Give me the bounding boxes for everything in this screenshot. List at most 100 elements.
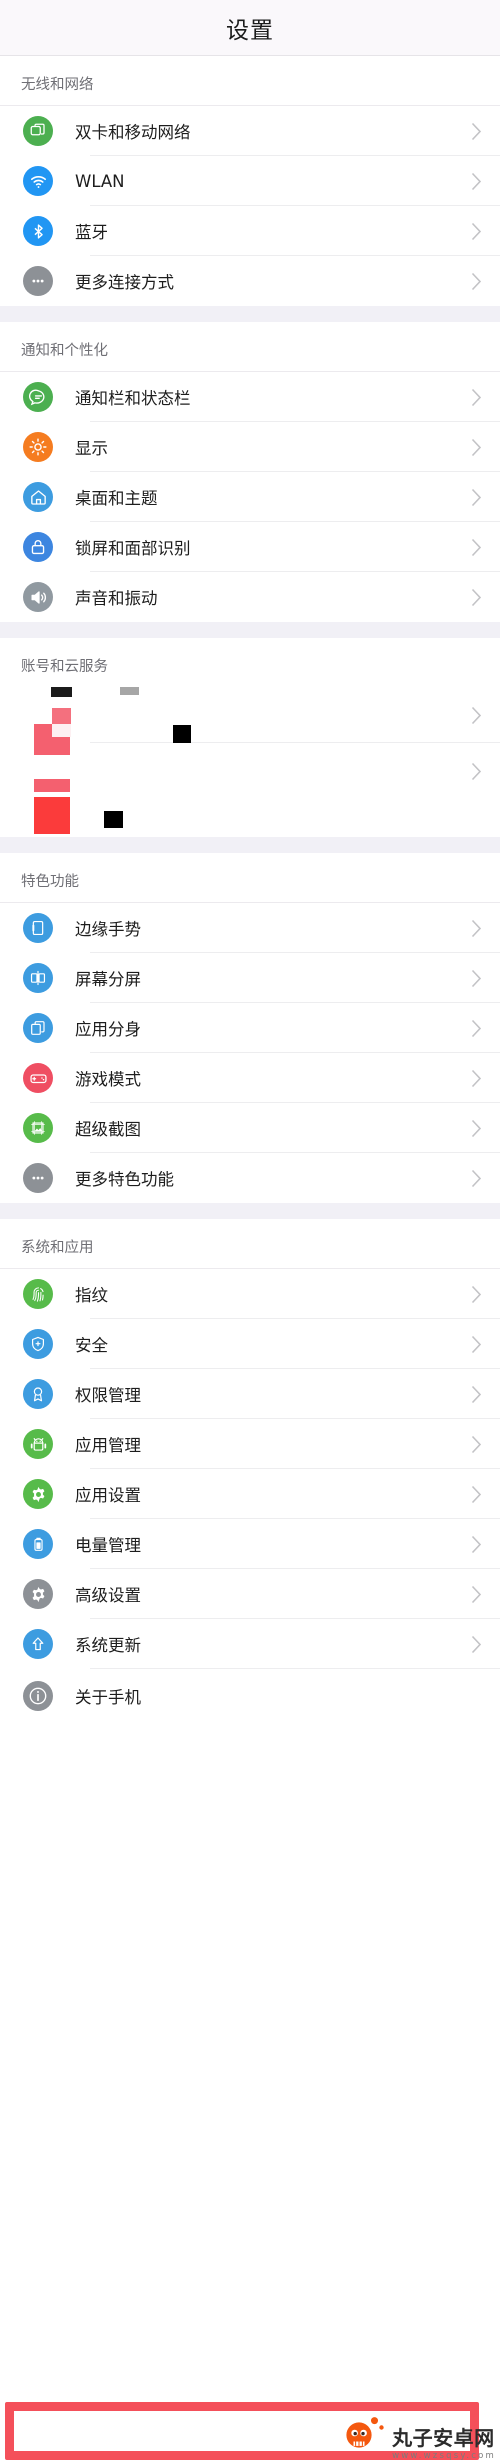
section-group-account bbox=[0, 681, 500, 799]
setting-row-label: 显示 bbox=[75, 439, 108, 458]
redaction-block bbox=[173, 725, 191, 743]
split-screen-icon bbox=[23, 963, 53, 993]
section-header-features: 特色功能 bbox=[0, 853, 500, 903]
section-divider bbox=[0, 1203, 500, 1219]
speaker-icon bbox=[23, 582, 53, 612]
setting-row-label: 锁屏和面部识别 bbox=[75, 539, 191, 558]
setting-row-label: 应用管理 bbox=[75, 1436, 141, 1455]
setting-row-label: 应用设置 bbox=[75, 1486, 141, 1505]
section-group-system: 指纹 安全 权限管理 应用管理 应用设置 电量管理 高级设置 系统更新 关于手机 bbox=[0, 1269, 500, 1723]
screenshot-icon bbox=[23, 1113, 53, 1143]
lock-icon bbox=[23, 532, 53, 562]
setting-row-dual-sim-mobile-network[interactable]: 双卡和移动网络 bbox=[0, 106, 500, 156]
chevron-right-icon bbox=[471, 1019, 482, 1038]
setting-row-lockscreen-face-unlock[interactable]: 锁屏和面部识别 bbox=[0, 522, 500, 572]
setting-row-security[interactable]: 安全 bbox=[0, 1319, 500, 1369]
section-header-notification: 通知和个性化 bbox=[0, 322, 500, 372]
setting-row-fingerprint[interactable]: 指纹 bbox=[0, 1269, 500, 1319]
setting-row-label: 权限管理 bbox=[75, 1386, 141, 1405]
setting-row-edge-gesture[interactable]: 边缘手势 bbox=[0, 903, 500, 953]
setting-row-label: 电量管理 bbox=[75, 1536, 141, 1555]
setting-row-notification-status-bar[interactable]: 通知栏和状态栏 bbox=[0, 372, 500, 422]
section-group-notification: 通知栏和状态栏 显示 桌面和主题 锁屏和面部识别 声音和振动 bbox=[0, 372, 500, 622]
android-robot-icon bbox=[23, 1429, 53, 1459]
chevron-right-icon bbox=[471, 1335, 482, 1354]
setting-row-label: 指纹 bbox=[75, 1286, 108, 1305]
setting-row-wlan[interactable]: WLAN bbox=[0, 156, 500, 206]
chevron-right-icon bbox=[471, 1119, 482, 1138]
chevron-right-icon bbox=[471, 1635, 482, 1654]
chevron-right-icon bbox=[471, 1385, 482, 1404]
chevron-right-icon bbox=[471, 272, 482, 291]
section-header-wireless: 无线和网络 bbox=[0, 56, 500, 106]
setting-row-label: 更多连接方式 bbox=[75, 273, 174, 292]
more-dots-icon bbox=[23, 1163, 53, 1193]
section-header-system: 系统和应用 bbox=[0, 1219, 500, 1269]
watermark-url: www.wzsqsy.com bbox=[392, 2451, 496, 2461]
shield-icon bbox=[23, 1329, 53, 1359]
info-icon bbox=[23, 1681, 53, 1711]
setting-row-game-mode[interactable]: 游戏模式 bbox=[0, 1053, 500, 1103]
setting-row-account-redacted-1[interactable] bbox=[0, 687, 500, 743]
setting-row-super-screenshot[interactable]: 超级截图 bbox=[0, 1103, 500, 1153]
chat-bubble-icon bbox=[23, 382, 53, 412]
chevron-right-icon bbox=[471, 1285, 482, 1304]
setting-row-account-redacted-2[interactable] bbox=[0, 743, 500, 799]
battery-icon bbox=[23, 1529, 53, 1559]
setting-row-label: 边缘手势 bbox=[75, 920, 141, 939]
setting-row-label: 应用分身 bbox=[75, 1020, 141, 1039]
setting-row-more-features[interactable]: 更多特色功能 bbox=[0, 1153, 500, 1203]
setting-row-label: 声音和振动 bbox=[75, 589, 158, 608]
app-clone-icon bbox=[23, 1013, 53, 1043]
setting-row-more-connections[interactable]: 更多连接方式 bbox=[0, 256, 500, 306]
section-divider bbox=[0, 622, 500, 638]
chevron-right-icon bbox=[471, 122, 482, 141]
setting-row-label: 超级截图 bbox=[75, 1120, 141, 1139]
chevron-right-icon bbox=[471, 1069, 482, 1088]
chevron-right-icon bbox=[471, 172, 482, 191]
setting-row-app-manager[interactable]: 应用管理 bbox=[0, 1419, 500, 1469]
setting-row-label: 高级设置 bbox=[75, 1586, 141, 1605]
section-header-account: 账号和云服务 bbox=[0, 638, 500, 687]
redaction-block bbox=[34, 779, 70, 792]
setting-row-permission-manager[interactable]: 权限管理 bbox=[0, 1369, 500, 1419]
setting-row-split-screen[interactable]: 屏幕分屏 bbox=[0, 953, 500, 1003]
setting-row-app-settings[interactable]: 应用设置 bbox=[0, 1469, 500, 1519]
page-title: 设置 bbox=[226, 17, 274, 44]
chevron-right-icon bbox=[471, 1535, 482, 1554]
setting-row-label: 通知栏和状态栏 bbox=[75, 389, 191, 408]
setting-row-label: 屏幕分屏 bbox=[75, 970, 141, 989]
chevron-right-icon bbox=[471, 438, 482, 457]
setting-row-bluetooth[interactable]: 蓝牙 bbox=[0, 206, 500, 256]
fingerprint-icon bbox=[23, 1279, 53, 1309]
chevron-right-icon bbox=[471, 1485, 482, 1504]
setting-row-about-phone[interactable]: 关于手机 bbox=[0, 1669, 500, 1723]
setting-row-system-update[interactable]: 系统更新 bbox=[0, 1619, 500, 1669]
chevron-right-icon bbox=[471, 919, 482, 938]
chevron-right-icon bbox=[471, 488, 482, 507]
chevron-right-icon bbox=[471, 1585, 482, 1604]
setting-row-home-theme[interactable]: 桌面和主题 bbox=[0, 472, 500, 522]
redaction-block bbox=[34, 797, 70, 834]
home-icon bbox=[23, 482, 53, 512]
chevron-right-icon bbox=[471, 588, 482, 607]
chevron-right-icon bbox=[471, 969, 482, 988]
watermark: 丸子安卓网 www.wzsqsy.com bbox=[346, 2415, 496, 2461]
chevron-right-icon bbox=[471, 706, 482, 725]
setting-row-label: 桌面和主题 bbox=[75, 489, 158, 508]
setting-row-advanced-settings[interactable]: 高级设置 bbox=[0, 1569, 500, 1619]
setting-row-label: 游戏模式 bbox=[75, 1070, 141, 1089]
chevron-right-icon bbox=[471, 1169, 482, 1188]
setting-row-app-clone[interactable]: 应用分身 bbox=[0, 1003, 500, 1053]
section-group-features: 边缘手势 屏幕分屏 应用分身 游戏模式 超级截图 更多特色功能 bbox=[0, 903, 500, 1203]
setting-row-sound-vibration[interactable]: 声音和振动 bbox=[0, 572, 500, 622]
more-dots-icon bbox=[23, 266, 53, 296]
redaction-block bbox=[104, 811, 123, 828]
mascot-icon bbox=[346, 2415, 388, 2459]
setting-row-label: 关于手机 bbox=[75, 1688, 141, 1707]
setting-row-display[interactable]: 显示 bbox=[0, 422, 500, 472]
chevron-right-icon bbox=[471, 762, 482, 781]
chevron-right-icon bbox=[471, 388, 482, 407]
redaction-block bbox=[52, 724, 71, 737]
setting-row-battery-manager[interactable]: 电量管理 bbox=[0, 1519, 500, 1569]
